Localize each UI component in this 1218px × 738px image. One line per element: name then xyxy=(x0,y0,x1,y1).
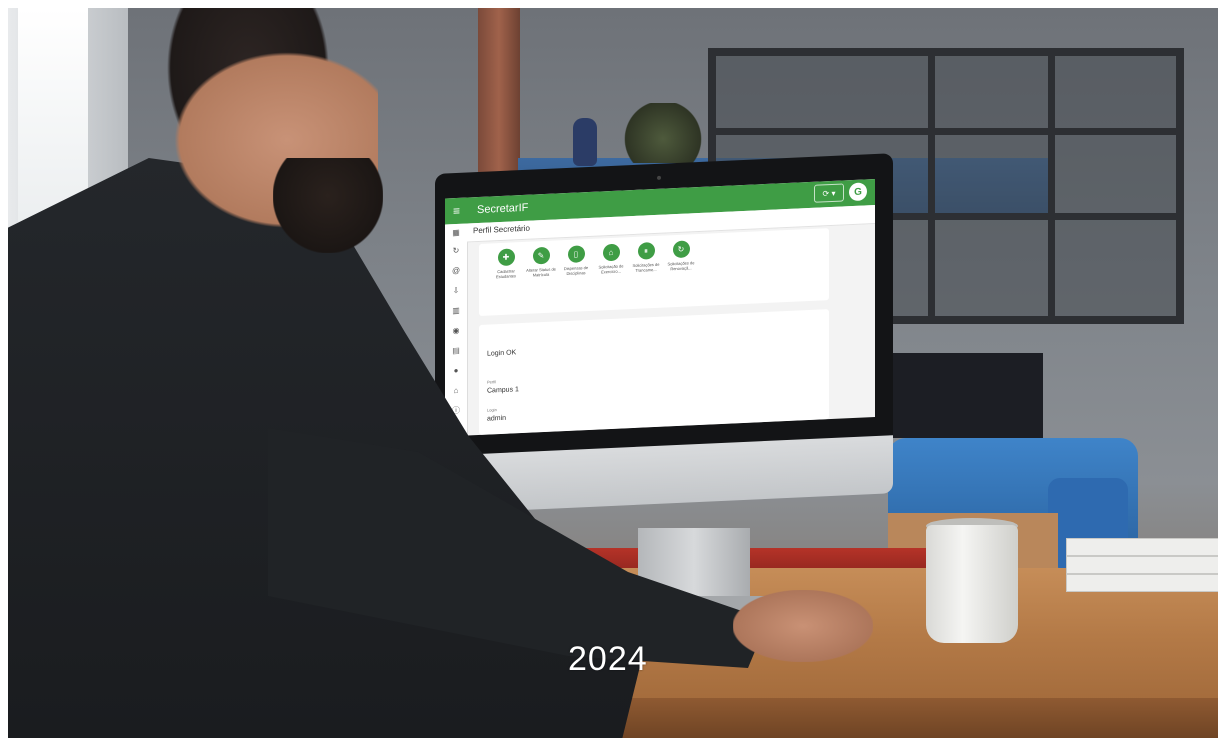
shelf-vertical xyxy=(1048,48,1055,324)
shelf-vertical xyxy=(928,48,935,324)
institution-icon[interactable]: ▥ xyxy=(450,304,462,317)
action-label: Cadastrar Estudantes xyxy=(495,268,516,280)
refresh-dropdown-button[interactable]: ⟳ ▾ xyxy=(814,183,844,203)
avatar[interactable]: G xyxy=(849,182,867,202)
book xyxy=(1066,574,1218,592)
appbar-actions: ⟳ ▾ G xyxy=(814,182,867,203)
refresh-icon: ↻ xyxy=(672,240,690,259)
perfil-value: Campus 1 xyxy=(487,386,519,395)
app-title: SecretarIF xyxy=(477,201,529,217)
year-caption: 2024 xyxy=(568,640,648,678)
at-icon[interactable]: @ xyxy=(450,264,462,277)
person-hand xyxy=(733,590,873,662)
download-icon[interactable]: ⇩ xyxy=(450,284,462,297)
action-label: Solicitações de Renovaçã... xyxy=(667,260,695,272)
monitor-bezel: ≡ SecretarIF ⟳ ▾ G ▦ ↻ @ ⇩ ▥ ◉ ▤ ● ⌂ ⓘ P… xyxy=(435,153,893,465)
add-user-icon: ✚ xyxy=(497,248,515,267)
tv xyxy=(888,353,1043,438)
app-screen: ≡ SecretarIF ⟳ ▾ G ▦ ↻ @ ⇩ ▥ ◉ ▤ ● ⌂ ⓘ P… xyxy=(445,179,875,437)
plant xyxy=(623,103,703,163)
person-beard xyxy=(273,158,383,253)
login-status: Login OK xyxy=(487,349,517,358)
book-icon: ▯ xyxy=(567,245,585,263)
action-solicitacao-exercicio[interactable]: ⌂ Solicitação de Exercício... xyxy=(594,243,628,275)
login-card: Login OK Perfil Campus 1 Login admin xyxy=(479,309,829,436)
menu-icon[interactable]: ≡ xyxy=(453,204,467,218)
action-label: Dispensas de Disciplinas xyxy=(563,265,589,277)
home-icon: ⌂ xyxy=(602,243,620,262)
location-icon[interactable]: ◉ xyxy=(450,324,462,337)
action-cadastrar-estudantes[interactable]: ✚ Cadastrar Estudantes xyxy=(489,248,523,280)
page-title: Perfil Secretário xyxy=(473,223,530,236)
refresh-icon[interactable]: ↻ xyxy=(450,244,462,257)
coffee-cup xyxy=(926,525,1018,643)
action-label: Solicitação de Exercício... xyxy=(598,263,624,275)
login-value: admin xyxy=(487,414,507,423)
background-photo: ≡ SecretarIF ⟳ ▾ G ▦ ↻ @ ⇩ ▥ ◉ ▤ ● ⌂ ⓘ P… xyxy=(8,8,1218,738)
lock-icon[interactable]: ⌂ xyxy=(450,384,462,397)
action-solicitacoes-renovacao[interactable]: ↻ Solicitações de Renovaçã... xyxy=(664,240,698,272)
vase xyxy=(573,118,597,166)
action-alterar-status[interactable]: ✎ Alterar Status de Matrícula xyxy=(524,246,558,278)
login-label: Login xyxy=(487,407,497,413)
shelf-line xyxy=(708,128,1184,135)
perfil-label: Perfil xyxy=(487,379,497,385)
action-label: Solicitações de Trancame... xyxy=(632,261,660,273)
book xyxy=(1066,538,1218,556)
github-icon[interactable]: ● xyxy=(450,364,462,377)
book xyxy=(1066,556,1218,574)
actions-card: ✚ Cadastrar Estudantes ✎ Alterar Status … xyxy=(479,228,829,317)
camera-dot xyxy=(657,175,661,180)
action-dispensas[interactable]: ▯ Dispensas de Disciplinas xyxy=(559,245,593,277)
edit-user-icon: ✎ xyxy=(532,246,550,265)
pause-icon: ⏸ xyxy=(637,242,655,260)
action-label: Alterar Status de Matrícula xyxy=(526,266,556,278)
action-solicitacoes-trancamento[interactable]: ⏸ Solicitações de Trancame... xyxy=(629,242,663,274)
grid-icon[interactable]: ▦ xyxy=(450,226,462,239)
document-icon[interactable]: ▤ xyxy=(450,344,462,357)
